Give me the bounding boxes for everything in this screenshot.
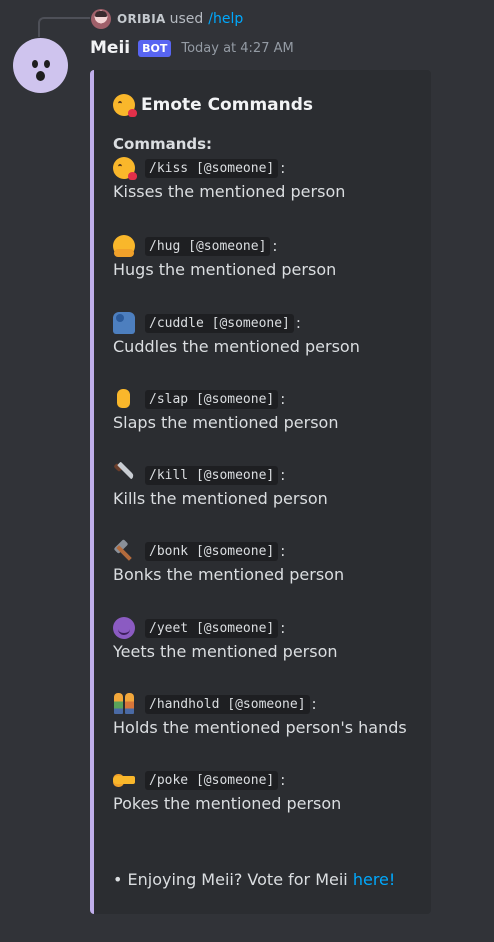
commands-heading: Commands: [113, 135, 213, 153]
command-item-cuddle: /cuddle [@someone]: Cuddles the mentione… [113, 311, 360, 359]
command-description: Slaps the mentioned person [113, 413, 339, 432]
reply-user-avatar[interactable] [91, 9, 111, 29]
pointing-right-emoji-icon [113, 769, 135, 791]
command-code: /hug [@someone] [145, 236, 271, 256]
smiling-devil-emoji-icon [113, 617, 135, 639]
command-item-poke: /poke [@someone]: Pokes the mentioned pe… [113, 768, 341, 816]
avatar-mouth [36, 71, 45, 81]
embed-title-text: Emote Commands [141, 95, 314, 115]
reply-connector-line [38, 17, 90, 37]
bot-avatar[interactable] [13, 38, 68, 93]
command-code: /kiss [@someone] [145, 158, 279, 178]
avatar-eye-right [44, 60, 50, 68]
message-username[interactable]: Meii [90, 38, 130, 58]
command-item-hug: /hug [@someone]: Hugs the mentioned pers… [113, 234, 336, 282]
command-code: /yeet [@someone] [145, 618, 279, 638]
reply-used-text: used [169, 11, 204, 27]
kissing-heart-emoji-icon [113, 94, 137, 117]
hugging-face-emoji-icon [113, 235, 135, 257]
reply-reference[interactable]: ORIBIA used /help [91, 8, 243, 30]
command-description: Holds the mentioned person's hands [113, 718, 407, 737]
message-timestamp[interactable]: Today at 4:27 AM [181, 41, 293, 56]
command-description: Bonks the mentioned person [113, 565, 345, 584]
embed-card: Emote Commands Commands: /kiss [@someone… [90, 70, 431, 914]
avatar-eye-left [32, 60, 38, 68]
hammer-emoji-icon [113, 540, 135, 562]
footer-text: • Enjoying Meii? Vote for Meii [113, 870, 348, 889]
embed-footer: • Enjoying Meii? Vote for Meii here! [113, 870, 395, 889]
people-hugging-emoji-icon [113, 312, 135, 334]
command-code: /bonk [@someone] [145, 541, 279, 561]
command-code: /handhold [@someone] [145, 694, 310, 714]
holding-hands-emoji-icon [113, 693, 135, 715]
command-code: /kill [@someone] [145, 465, 279, 485]
command-item-kill: /kill [@someone]: Kills the mentioned pe… [113, 463, 328, 511]
message-header: Meii BOT Today at 4:27 AM [90, 38, 294, 58]
command-description: Pokes the mentioned person [113, 794, 342, 813]
command-code: /slap [@someone] [145, 389, 279, 409]
command-description: Cuddles the mentioned person [113, 337, 360, 356]
command-item-kiss: /kiss [@someone]: Kisses the mentioned p… [113, 156, 345, 204]
reply-username[interactable]: ORIBIA [117, 12, 166, 26]
command-code: /cuddle [@someone] [145, 313, 294, 333]
raised-hand-emoji-icon [113, 388, 135, 410]
knife-emoji-icon [113, 464, 135, 486]
command-item-yeet: /yeet [@someone]: Yeets the mentioned pe… [113, 616, 338, 664]
embed-title: Emote Commands [113, 94, 314, 117]
kissing-heart-emoji-icon [113, 157, 137, 180]
command-item-bonk: /bonk [@someone]: Bonks the mentioned pe… [113, 539, 344, 587]
command-code: /poke [@someone] [145, 770, 279, 790]
command-description: Hugs the mentioned person [113, 260, 337, 279]
command-description: Yeets the mentioned person [113, 642, 338, 661]
bot-badge: BOT [138, 39, 172, 57]
command-description: Kills the mentioned person [113, 489, 328, 508]
command-item-slap: /slap [@someone]: Slaps the mentioned pe… [113, 387, 338, 435]
reply-command-link[interactable]: /help [208, 11, 243, 27]
command-description: Kisses the mentioned person [113, 182, 346, 201]
command-item-handhold: /handhold [@someone]: Holds the mentione… [113, 692, 407, 740]
vote-link[interactable]: here! [353, 870, 395, 889]
